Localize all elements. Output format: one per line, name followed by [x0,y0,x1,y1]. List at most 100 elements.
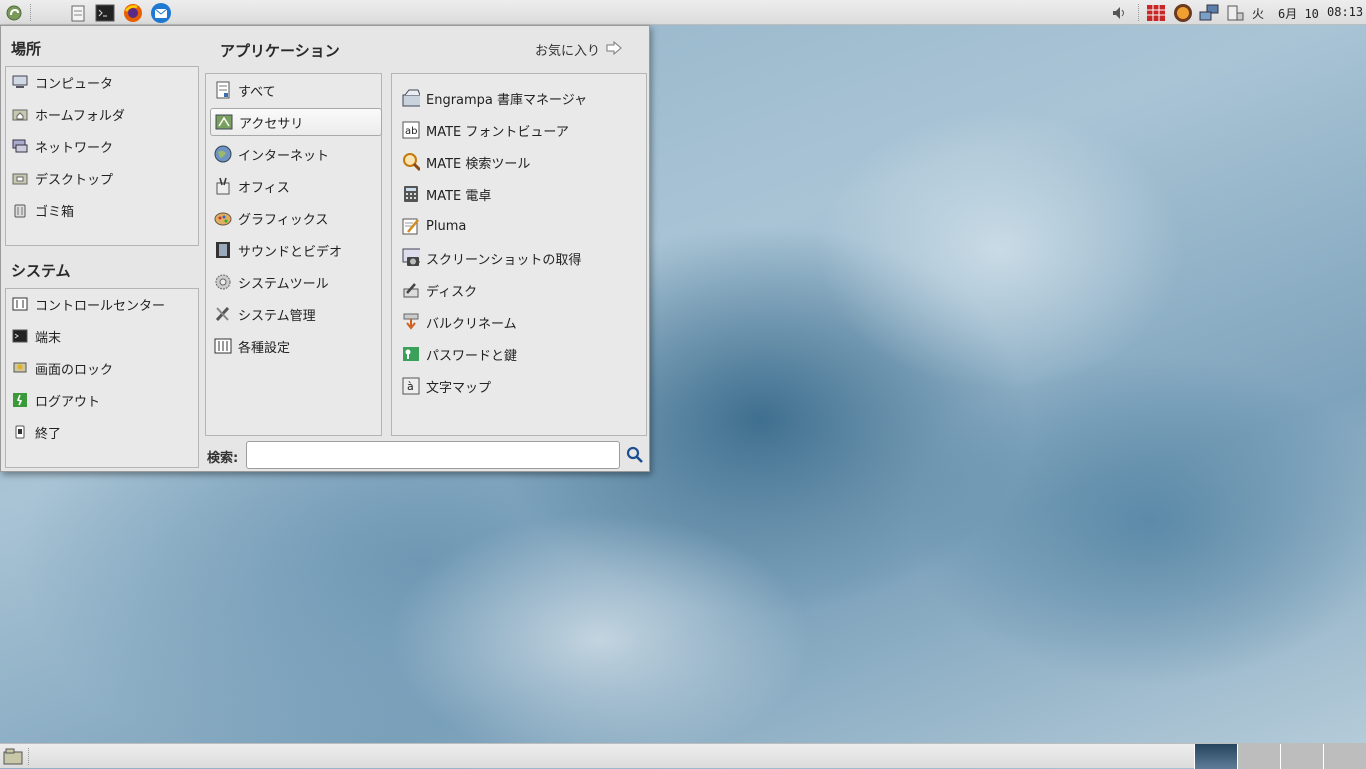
panel-separator [28,748,31,765]
category-all[interactable]: すべて [210,76,382,104]
category-label: グラフィックス [238,212,329,228]
app-search-tool[interactable]: MATE 検索ツール [402,148,530,176]
text-editor-icon [402,217,420,235]
show-desktop-icon[interactable] [2,746,23,767]
place-network[interactable]: ネットワーク [11,132,113,160]
network-icon[interactable] [1198,2,1219,23]
system-control-center[interactable]: コントロールセンター [11,290,165,318]
app-engrampa[interactable]: Engrampa 書庫マネージャ [402,84,587,112]
system-monitor-icon[interactable] [1145,2,1166,23]
svg-text:ab: ab [405,126,417,137]
search-tool-icon [402,153,420,172]
place-label: ネットワーク [35,140,114,156]
app-bulk-rename[interactable]: バルクリネーム [402,308,517,336]
clock-time[interactable]: 08:13 [1327,5,1363,19]
network-icon [11,137,29,155]
system-lock-screen[interactable]: 画面のロック [11,354,113,382]
app-font-viewer[interactable]: ab MATE フォントビューア [402,116,569,144]
place-trash[interactable]: ゴミ箱 [11,196,74,224]
control-center-icon [11,295,29,313]
system-shutdown[interactable]: 終了 [11,418,61,446]
update-notifier-icon[interactable] [1172,2,1193,23]
passwords-keys-icon [402,345,420,363]
search-label: 検索: [207,451,239,466]
category-label: サウンドとビデオ [238,244,343,260]
app-pluma[interactable]: Pluma [402,212,466,240]
system-title: システム [11,262,71,280]
accessories-icon [215,113,233,131]
application-menu: 場所 コンピュータ ホームフォルダ ネットワーク デスクトップ ゴミ箱 システム… [0,25,650,472]
category-label: インターネット [238,148,330,164]
battery-power-icon[interactable] [1224,2,1245,23]
app-label: スクリーンショットの取得 [426,252,582,268]
panel-separator [30,4,33,21]
preferences-icon [214,337,232,355]
category-system-tools[interactable]: システムツール [210,268,382,296]
archive-manager-icon [402,89,420,107]
app-label: ディスク [426,284,478,300]
category-label: すべて [238,84,276,100]
app-passwords-keys[interactable]: パスワードと鍵 [402,340,517,368]
trash-icon [11,201,29,219]
system-logout[interactable]: ログアウト [11,386,100,414]
svg-text:à: à [407,380,414,393]
workspace-3[interactable] [1280,744,1323,769]
font-viewer-icon: ab [402,121,420,139]
office-icon [214,177,232,195]
place-home-folder[interactable]: ホームフォルダ [11,100,125,128]
place-label: ゴミ箱 [35,204,75,220]
system-label: 画面のロック [35,362,114,378]
graphics-icon [214,209,232,227]
category-label: システムツール [238,276,329,292]
app-label: MATE 電卓 [426,188,492,204]
app-calculator[interactable]: MATE 電卓 [402,180,491,208]
app-label: MATE 検索ツール [426,156,531,172]
system-list: コントロールセンター 端末 画面のロック ログアウト 終了 [5,288,199,468]
bottom-panel [0,743,1366,769]
arrow-right-icon [606,40,622,59]
place-label: デスクトップ [35,172,114,188]
app-screenshot[interactable]: スクリーンショットの取得 [402,244,581,272]
category-sound-video[interactable]: サウンドとビデオ [210,236,382,264]
workspace-2[interactable] [1237,744,1280,769]
category-label: アクセサリ [239,116,304,132]
thunderbird-icon[interactable] [150,2,171,23]
category-label: システム管理 [238,308,316,324]
workspace-4[interactable] [1323,744,1366,769]
search-input[interactable] [246,441,620,469]
file-manager-icon[interactable] [67,2,88,23]
firefox-icon[interactable] [122,2,143,23]
terminal-icon [11,327,29,345]
category-system-admin[interactable]: システム管理 [210,300,382,328]
app-label: Pluma [426,218,467,234]
place-computer[interactable]: コンピュータ [11,68,113,96]
category-graphics[interactable]: グラフィックス [210,204,382,232]
workspace-1[interactable] [1194,744,1237,769]
shutdown-icon [11,423,29,441]
system-terminal[interactable]: 端末 [11,322,61,350]
app-label: Engrampa 書庫マネージャ [426,92,588,108]
system-label: 終了 [35,426,62,442]
home-folder-icon [11,105,29,123]
screenshot-icon [402,248,420,267]
category-office[interactable]: オフィス [210,172,382,200]
sound-video-icon [214,241,232,259]
disks-icon [402,281,420,299]
mate-menu-icon[interactable] [3,2,24,23]
favorites-button[interactable]: お気に入り [535,40,622,59]
clock-date[interactable]: 6月 10 [1278,5,1319,22]
lock-screen-icon [11,359,29,377]
clock-weekday[interactable]: 火 [1252,5,1264,22]
calculator-icon [402,185,420,203]
app-label: 文字マップ [426,380,492,396]
volume-icon[interactable] [1108,2,1129,23]
category-label: 各種設定 [238,340,291,356]
category-preferences[interactable]: 各種設定 [210,332,382,360]
app-character-map[interactable]: à 文字マップ [402,372,491,400]
category-accessories[interactable]: アクセサリ [210,108,382,136]
app-disks[interactable]: ディスク [402,276,477,304]
category-internet[interactable]: インターネット [210,140,382,168]
search-icon[interactable] [626,446,644,468]
terminal-icon[interactable] [94,2,115,23]
place-desktop[interactable]: デスクトップ [11,164,113,192]
